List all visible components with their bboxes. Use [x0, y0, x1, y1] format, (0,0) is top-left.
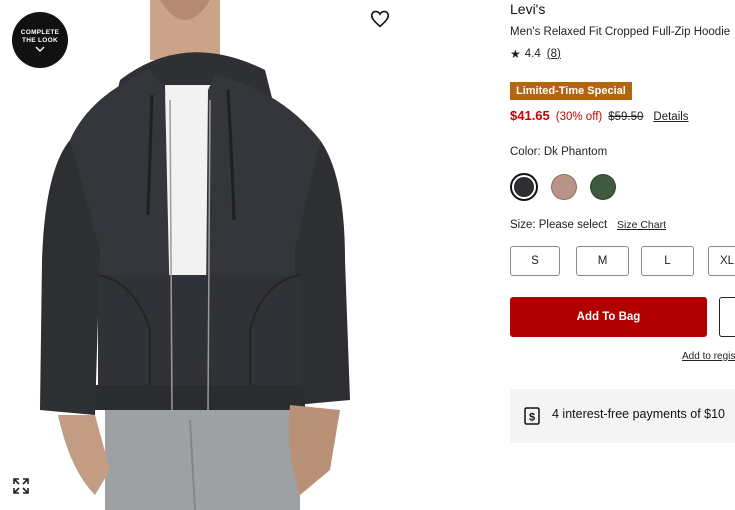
- dollar-tag-icon: $: [524, 407, 540, 425]
- promo-badge: Limited-Time Special: [510, 82, 632, 100]
- complete-look-text-1: COMPLETE: [20, 28, 60, 36]
- original-price: $59.50: [608, 111, 644, 123]
- size-option-xl-label: XL: [720, 255, 735, 267]
- color-label: Color: Dk Phantom: [510, 146, 608, 158]
- discount-percent: (30% off): [555, 111, 603, 123]
- size-option-s[interactable]: S: [510, 246, 560, 276]
- rating-value: 4.4: [524, 48, 541, 60]
- size-chart-link[interactable]: Size Chart: [617, 219, 666, 231]
- color-swatch-dk-phantom[interactable]: [510, 173, 538, 201]
- rating-summary[interactable]: ★ 4.4 (8): [510, 47, 561, 61]
- price-row: $41.65 (30% off) $59.50 Details: [510, 108, 689, 123]
- price-details-link[interactable]: Details: [653, 111, 688, 123]
- review-count-link[interactable]: (8): [547, 48, 561, 60]
- brand-link[interactable]: Levi's: [510, 1, 545, 17]
- product-image-area[interactable]: COMPLETE THE LOOK: [0, 0, 400, 510]
- product-title: Men's Relaxed Fit Cropped Full-Zip Hoodi…: [510, 26, 731, 38]
- swatch-dot: [551, 174, 577, 200]
- product-photo: [40, 0, 350, 510]
- color-swatch-taupe[interactable]: [551, 174, 577, 200]
- installment-text: 4 interest-free payments of $10: [552, 407, 726, 421]
- installment-payment-banner[interactable]: $ 4 interest-free payments of $10: [510, 389, 735, 443]
- chevron-down-icon: [35, 46, 45, 52]
- expand-icon[interactable]: [12, 477, 30, 495]
- swatch-dot: [514, 177, 534, 197]
- size-label: Size: Please select: [510, 219, 608, 231]
- add-to-bag-button[interactable]: Add To Bag: [510, 297, 707, 337]
- secondary-action-button[interactable]: [719, 297, 735, 337]
- size-option-xl[interactable]: XL: [708, 246, 735, 276]
- complete-the-look-button[interactable]: COMPLETE THE LOOK: [12, 12, 68, 68]
- size-option-m[interactable]: M: [576, 246, 629, 276]
- complete-look-text-2: THE LOOK: [22, 36, 58, 44]
- color-swatch-green[interactable]: [590, 174, 616, 200]
- size-option-l[interactable]: L: [641, 246, 694, 276]
- heart-icon[interactable]: [369, 8, 391, 30]
- swatch-dot: [590, 174, 616, 200]
- star-icon: ★: [510, 47, 521, 61]
- sale-price: $41.65: [510, 108, 550, 123]
- add-to-registry-link[interactable]: Add to regis: [682, 351, 735, 362]
- svg-text:$: $: [529, 412, 535, 424]
